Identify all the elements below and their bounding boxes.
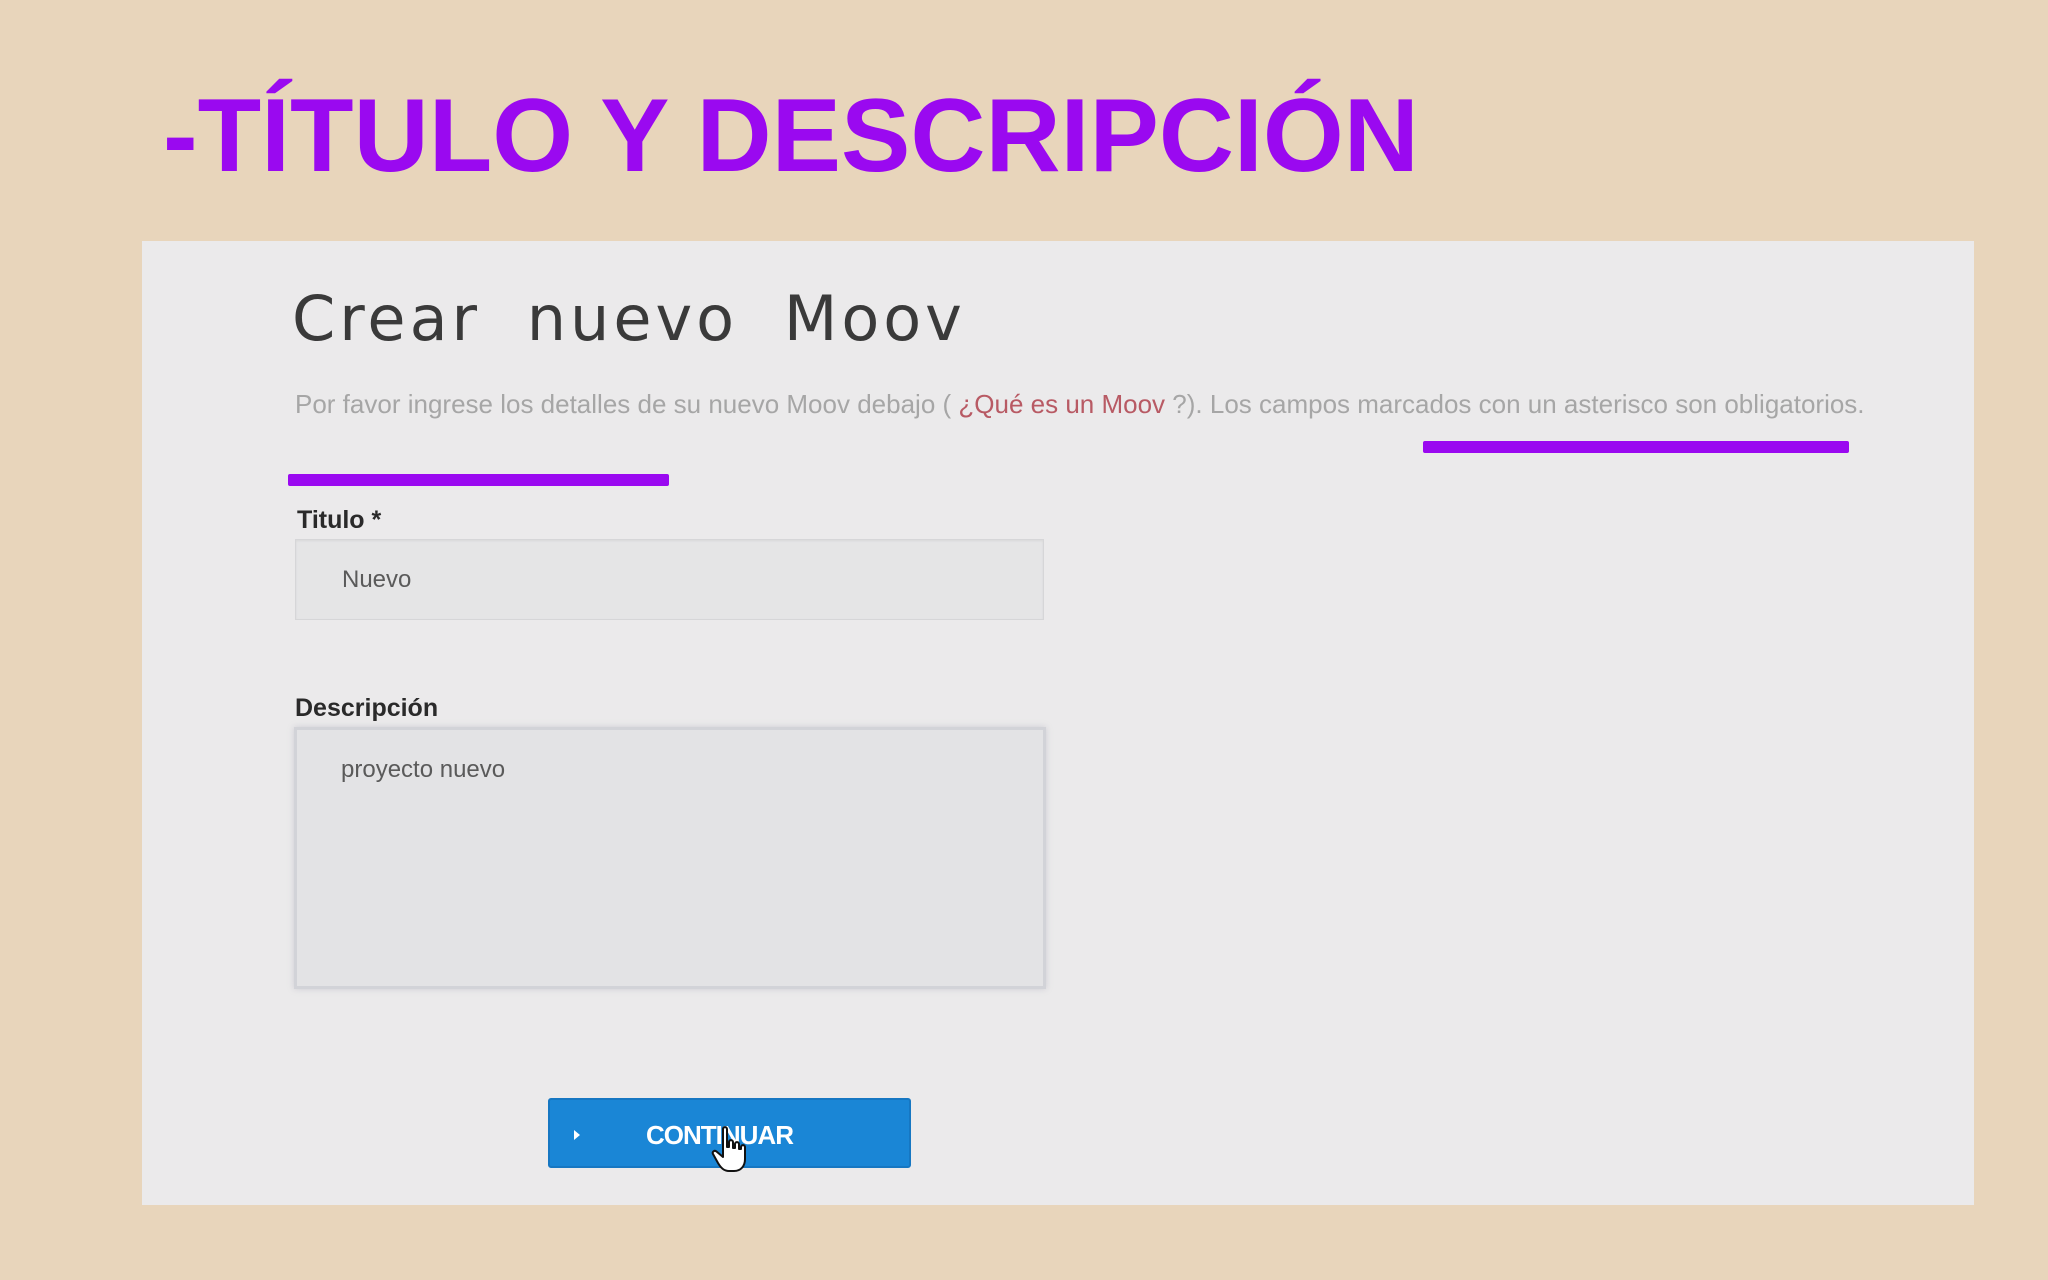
form-intro-text: Por favor ingrese los detalles de su nue… xyxy=(295,386,1875,422)
description-field-label: Descripción xyxy=(295,694,439,722)
title-input[interactable]: Nuevo xyxy=(295,539,1044,620)
form-heading: Crear nuevo Moov xyxy=(292,282,966,355)
intro-text-end: ?). Los campos marcados con un asterisco… xyxy=(1172,389,1865,419)
hand-pointer-icon xyxy=(711,1126,746,1172)
highlight-underline-2 xyxy=(288,474,669,486)
play-arrow-icon xyxy=(574,1130,580,1140)
highlight-underline-1 xyxy=(1423,441,1849,453)
description-textarea[interactable]: proyecto nuevo xyxy=(294,727,1046,989)
intro-text-start: Por favor ingrese los detalles de su nue… xyxy=(295,389,952,419)
slide-title: -TÍTULO Y DESCRIPCIÓN xyxy=(163,78,1419,194)
form-screenshot-panel: Crear nuevo Moov Por favor ingrese los d… xyxy=(142,241,1974,1205)
title-field-label: Titulo * xyxy=(297,506,382,534)
what-is-moov-link[interactable]: ¿Qué es un Moov xyxy=(958,389,1165,419)
